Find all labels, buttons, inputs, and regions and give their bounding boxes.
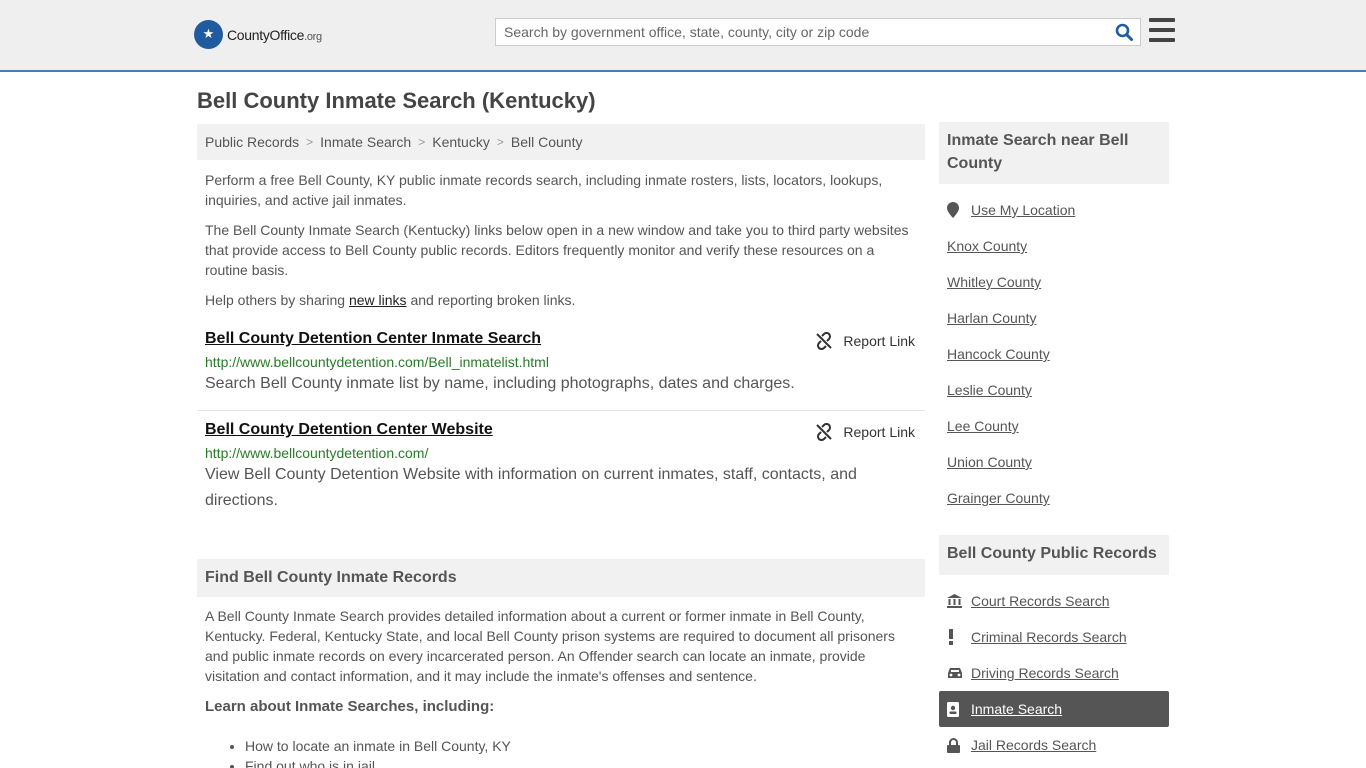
menu-hamburger-icon[interactable] — [1149, 18, 1175, 42]
sidebar-item-county[interactable]: Lee County — [947, 408, 1169, 444]
sidebar-item-inmate-search[interactable]: Inmate Search — [939, 691, 1169, 727]
intro-paragraph-2: The Bell County Inmate Search (Kentucky)… — [205, 222, 909, 278]
list-item: How to locate an inmate in Bell County, … — [245, 736, 511, 756]
sidebar-item-criminal-records[interactable]: Criminal Records Search — [947, 619, 1169, 655]
result-url[interactable]: http://www.bellcountydetention.com/Bell_… — [205, 354, 925, 370]
breadcrumb-separator-icon: > — [306, 135, 314, 149]
breadcrumb-separator-icon: > — [418, 135, 426, 149]
intro-paragraph-1: Perform a free Bell County, KY public in… — [205, 172, 883, 208]
sidebar-item-court-records[interactable]: Court Records Search — [947, 583, 1169, 619]
result-description: Search Bell County inmate list by name, … — [205, 375, 795, 392]
broken-link-icon — [816, 332, 833, 350]
report-link-button[interactable]: Report Link — [815, 423, 915, 441]
search-icon — [1115, 23, 1133, 41]
sidebar-item-jail-records[interactable]: Jail Records Search — [947, 727, 1169, 763]
car-icon — [947, 667, 971, 680]
section-heading: Find Bell County Inmate Records — [197, 559, 925, 597]
sidebar-item-county[interactable]: Harlan County — [947, 300, 1169, 336]
logo-emblem-icon: ★ — [194, 20, 223, 49]
courthouse-icon — [947, 594, 971, 608]
search-button[interactable] — [1108, 18, 1140, 46]
page-title: Bell County Inmate Search (Kentucky) — [197, 88, 596, 113]
breadcrumb-kentucky[interactable]: Kentucky — [432, 134, 490, 150]
map-pin-icon — [947, 202, 971, 218]
sidebar-nearby-heading: Inmate Search near Bell County — [939, 122, 1169, 184]
logo-text: CountyOffice — [227, 26, 305, 43]
sidebar-nearby-list: Use My Location Knox County Whitley Coun… — [947, 192, 1169, 516]
learn-list: How to locate an inmate in Bell County, … — [245, 736, 511, 768]
result-title-link[interactable]: Bell County Detention Center Inmate Sear… — [205, 330, 541, 348]
sidebar-item-use-location[interactable]: Use My Location — [947, 192, 1169, 228]
result-item: Bell County Detention Center Inmate Sear… — [197, 330, 925, 397]
sidebar-records-list: Court Records Search Criminal Records Se… — [939, 583, 1169, 763]
breadcrumb-public-records[interactable]: Public Records — [205, 134, 299, 150]
sidebar-item-county[interactable]: Hancock County — [947, 336, 1169, 372]
sidebar-item-driving-records[interactable]: Driving Records Search — [947, 655, 1169, 691]
sidebar-records-heading: Bell County Public Records — [939, 535, 1169, 575]
lock-icon — [947, 737, 971, 753]
result-divider — [197, 410, 925, 411]
new-links-link[interactable]: new links — [349, 292, 407, 308]
sidebar-item-county[interactable]: Knox County — [947, 228, 1169, 264]
list-item: Find out who is in jail — [245, 756, 511, 768]
breadcrumb-bell-county: Bell County — [510, 134, 583, 150]
site-logo[interactable]: ★ CountyOffice.org — [194, 20, 322, 49]
report-link-button[interactable]: Report Link — [815, 332, 915, 350]
result-item: Bell County Detention Center Website Rep… — [197, 421, 925, 514]
result-url[interactable]: http://www.bellcountydetention.com/ — [205, 445, 925, 461]
sidebar-item-county[interactable]: Leslie County — [947, 372, 1169, 408]
search-box — [495, 18, 1141, 46]
broken-link-icon — [816, 423, 833, 441]
search-input[interactable] — [496, 19, 1108, 45]
intro-paragraph-3: Help others by sharing new links and rep… — [205, 292, 576, 308]
sidebar-item-county[interactable]: Whitley County — [947, 264, 1169, 300]
id-badge-icon — [947, 701, 971, 717]
breadcrumb-inmate-search[interactable]: Inmate Search — [320, 134, 411, 150]
logo-suffix: .org — [304, 30, 322, 43]
breadcrumb-separator-icon: > — [496, 135, 504, 149]
sidebar-item-county[interactable]: Union County — [947, 444, 1169, 480]
section-text: A Bell County Inmate Search provides det… — [205, 608, 895, 684]
sidebar-item-county[interactable]: Grainger County — [947, 480, 1169, 516]
site-header: ★ CountyOffice.org — [0, 0, 1366, 72]
result-description: View Bell County Detention Website with … — [205, 466, 857, 509]
result-title-link[interactable]: Bell County Detention Center Website — [205, 421, 493, 439]
learn-heading: Learn about Inmate Searches, including: — [205, 698, 495, 715]
breadcrumb: Public Records > Inmate Search > Kentuck… — [197, 124, 925, 160]
exclamation-icon — [947, 629, 971, 645]
